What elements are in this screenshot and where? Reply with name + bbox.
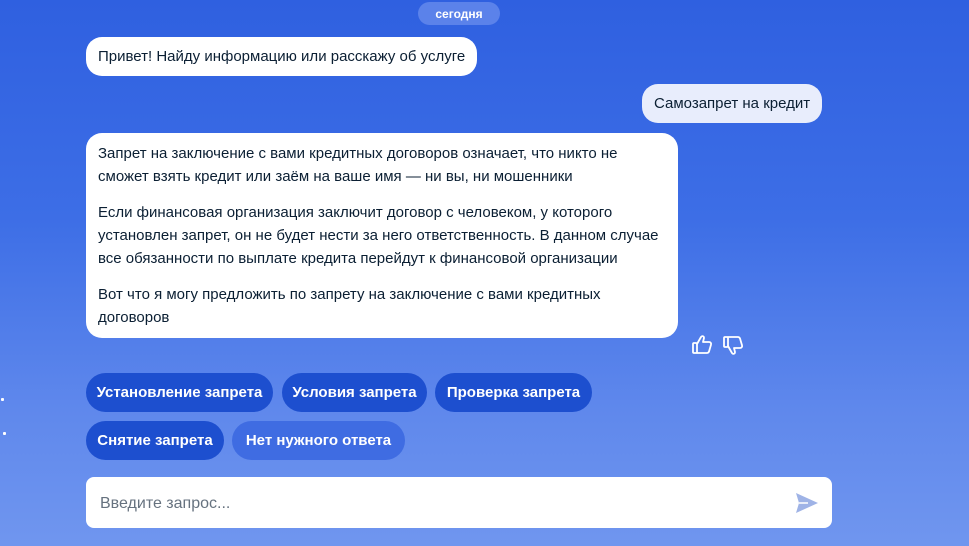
thumbs-down-icon[interactable] (722, 333, 744, 357)
query-input-container (86, 477, 832, 530)
bot-greeting-message: Привет! Найду информацию или расскажу об… (86, 37, 478, 76)
suggestion-chip[interactable]: Нет нужного ответа (232, 421, 405, 460)
query-input[interactable] (98, 477, 782, 530)
decorative-dot (1, 398, 4, 401)
date-badge: сегодня (418, 2, 500, 25)
suggestion-chip[interactable]: Условия запрета (282, 373, 427, 412)
answer-paragraph-2: Если финансовая организация заключит дог… (98, 204, 659, 267)
decorative-dot (3, 432, 6, 435)
bot-answer-message: Запрет на заключение с вами кредитных до… (86, 133, 678, 338)
thumbs-up-icon[interactable] (691, 333, 713, 357)
user-message: Самозапрет на кредит (642, 84, 823, 123)
suggestion-chip[interactable]: Снятие запрета (86, 421, 224, 460)
answer-paragraph-1: Запрет на заключение с вами кредитных до… (98, 145, 618, 185)
suggestion-chip[interactable]: Установление запрета (86, 373, 273, 412)
send-icon[interactable] (794, 490, 820, 516)
suggestion-chip[interactable]: Проверка запрета (435, 373, 592, 412)
answer-paragraph-3: Вот что я могу предложить по запрету на … (98, 286, 601, 326)
